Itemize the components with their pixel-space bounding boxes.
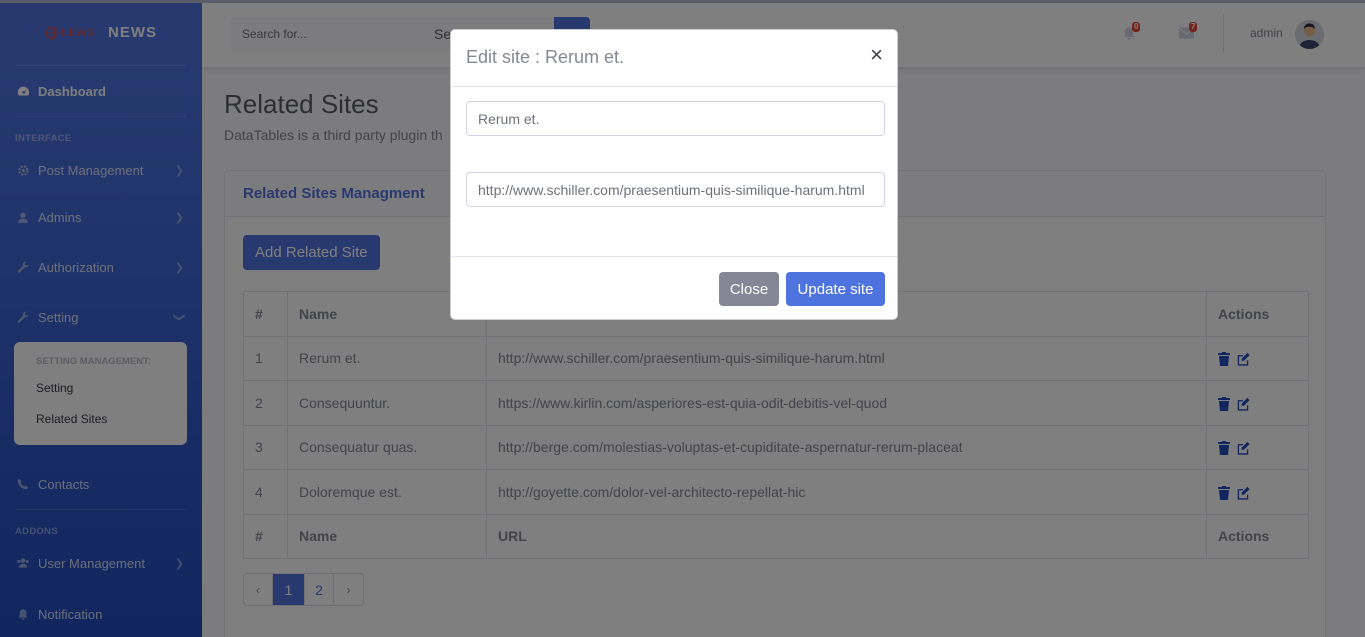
modal-header: Edit site : Rerum et. ×: [451, 30, 897, 87]
window-top-border: [0, 0, 1365, 3]
modal-footer: Close Update site: [451, 256, 897, 320]
close-icon[interactable]: ×: [870, 44, 883, 66]
site-url-field[interactable]: http://www.schiller.com/praesentium-quis…: [466, 172, 885, 207]
update-site-button[interactable]: Update site: [786, 272, 885, 306]
modal-title: Edit site : Rerum et.: [466, 47, 625, 67]
edit-site-modal: Edit site : Rerum et. × Rerum et. http:/…: [450, 29, 898, 320]
close-button[interactable]: Close: [719, 272, 779, 306]
site-name-field[interactable]: Rerum et.: [466, 101, 885, 136]
